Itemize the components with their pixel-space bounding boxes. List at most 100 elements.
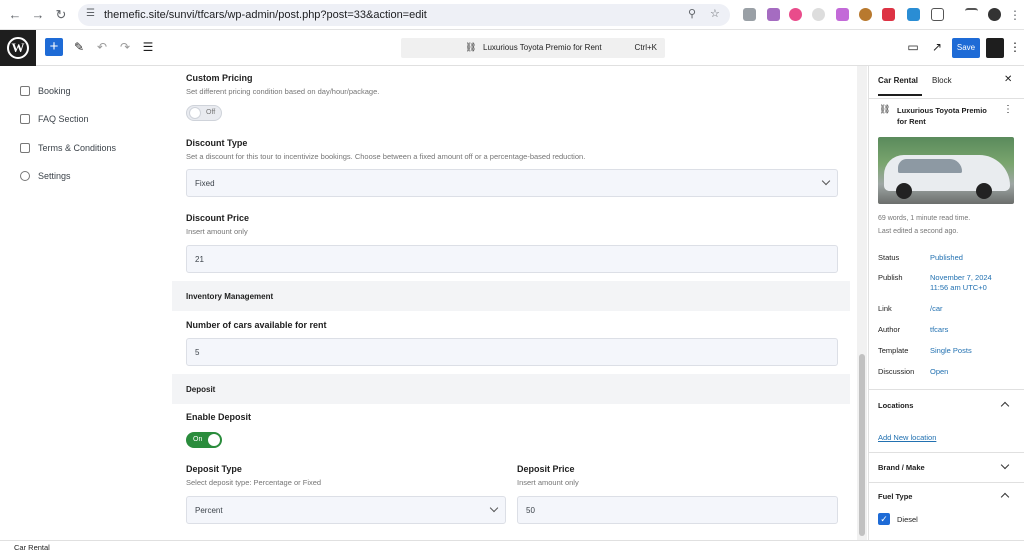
reload-icon[interactable]: ↻ — [52, 6, 70, 24]
view-post-icon[interactable]: ↗ — [930, 40, 944, 54]
extension-cookie-icon[interactable] — [859, 8, 872, 21]
discount-type-label: Discount Type — [186, 138, 248, 148]
document-overview-icon[interactable]: ☰ — [141, 40, 155, 54]
discount-price-input[interactable]: 21 — [186, 245, 838, 273]
nav-item-faq[interactable]: FAQ Section — [20, 111, 89, 127]
post-actions-icon[interactable]: ⋮ — [1003, 104, 1013, 115]
profile-avatar[interactable] — [988, 8, 1001, 21]
wordpress-logo-icon[interactable]: W — [0, 30, 36, 66]
tab-car-rental[interactable]: Car Rental — [878, 76, 918, 85]
command-shortcut: Ctrl+K — [634, 43, 657, 52]
add-block-button[interactable]: + — [45, 38, 63, 56]
toggle-knob — [189, 107, 201, 119]
cars-available-input[interactable]: 5 — [186, 338, 838, 366]
discount-price-label: Discount Price — [186, 213, 250, 223]
reading-list-icon[interactable] — [965, 8, 978, 21]
deposit-type-select[interactable]: Percent — [186, 496, 506, 524]
car-wheel-shape — [976, 183, 992, 199]
extension-pen-icon[interactable] — [767, 8, 780, 21]
deposit-type-help: Select deposit type: Percentage or Fixed — [186, 478, 322, 487]
extension-blue-icon[interactable] — [907, 8, 920, 21]
last-edited: Last edited a second ago. — [878, 228, 959, 235]
pencil-icon[interactable]: ✎ — [72, 40, 86, 54]
inventory-section-header: Inventory Management — [172, 281, 850, 311]
cars-available-label: Number of cars available for rent — [186, 320, 327, 330]
browser-chrome: ← → ↻ ☰ themefic.site/sunvi/tfcars/wp-ad… — [0, 0, 1024, 30]
tab-block[interactable]: Block — [932, 76, 952, 85]
enable-deposit-toggle[interactable]: On — [186, 432, 222, 448]
discussion-label: Discussion — [878, 367, 915, 376]
extension-red-icon[interactable] — [882, 8, 895, 21]
author-label: Author — [878, 325, 901, 334]
car-window-shape — [898, 159, 962, 173]
extension-compass-icon[interactable] — [812, 8, 825, 21]
template-label: Template — [878, 346, 909, 355]
deposit-type-label: Deposit Type — [186, 464, 242, 474]
discount-type-select[interactable]: Fixed — [186, 169, 838, 197]
url-text: themefic.site/sunvi/tfcars/wp-admin/post… — [104, 9, 427, 21]
address-bar[interactable]: ☰ themefic.site/sunvi/tfcars/wp-admin/po… — [78, 4, 730, 26]
breadcrumb[interactable]: Car Rental — [14, 543, 50, 552]
car-icon: ⛓ — [879, 104, 891, 114]
extension-flag-icon[interactable] — [836, 8, 849, 21]
status-label: Status — [878, 253, 900, 262]
custom-pricing-toggle[interactable]: Off — [186, 105, 222, 121]
discount-price-help: Insert amount only — [186, 227, 248, 236]
extension-mail-icon[interactable] — [743, 8, 756, 21]
discount-type-help: Set a discount for this tour to incentiv… — [186, 152, 586, 161]
car-wheel-shape — [896, 183, 912, 199]
zoom-icon[interactable]: ⚲ — [688, 7, 696, 20]
status-value[interactable]: Published — [930, 253, 963, 262]
template-value[interactable]: Single Posts — [930, 346, 972, 355]
undo-icon[interactable]: ↶ — [95, 40, 109, 54]
brand-make-panel-title[interactable]: Brand / Make — [878, 463, 925, 472]
featured-image[interactable] — [878, 137, 1014, 204]
post-stats: 69 words, 1 minute read time. — [878, 215, 971, 222]
post-title: Luxurious Toyota Premio for Rent — [897, 106, 987, 126]
deposit-price-label: Deposit Price — [517, 464, 575, 474]
chevron-down-icon[interactable] — [1000, 460, 1010, 470]
author-value[interactable]: tfcars — [930, 325, 948, 334]
deposit-price-help: Insert amount only — [517, 478, 579, 487]
publish-label: Publish — [878, 273, 903, 282]
forward-icon[interactable]: → — [29, 6, 47, 24]
custom-pricing-label: Custom Pricing — [186, 73, 253, 83]
browser-menu-icon[interactable]: ⋮ — [1006, 6, 1024, 24]
site-info-icon[interactable]: ☰ — [86, 8, 95, 19]
custom-pricing-help: Set different pricing condition based on… — [186, 87, 380, 96]
deposit-price-input[interactable]: 50 — [517, 496, 838, 524]
meta-box-nav: Booking FAQ Section Terms & Conditions S… — [0, 66, 172, 540]
add-new-location-link[interactable]: Add New location — [878, 433, 936, 442]
link-value[interactable]: /car — [930, 304, 943, 313]
options-menu-icon[interactable]: ⋮ — [1008, 40, 1022, 54]
active-tab-indicator — [878, 94, 922, 96]
checkbox-icon — [20, 143, 30, 153]
scrollbar-thumb[interactable] — [859, 354, 865, 536]
settings-sidebar-toggle-icon[interactable] — [986, 38, 1004, 58]
diesel-checkbox[interactable]: ✓ — [878, 513, 890, 525]
extensions-puzzle-icon[interactable] — [931, 8, 944, 21]
publish-value[interactable]: November 7, 2024 11:56 am UTC+0 — [930, 273, 992, 293]
back-icon[interactable]: ← — [6, 6, 24, 24]
car-rental-meta-panel: Custom Pricing Set different pricing con… — [172, 66, 850, 540]
bookmark-star-icon[interactable]: ☆ — [710, 7, 720, 20]
bike-icon — [20, 86, 30, 96]
fuel-type-panel-title[interactable]: Fuel Type — [878, 492, 912, 501]
redo-icon[interactable]: ↷ — [118, 40, 132, 54]
nav-item-settings[interactable]: Settings — [20, 168, 71, 184]
nav-item-booking[interactable]: Booking — [20, 83, 71, 99]
block-breadcrumb-bar: Car Rental — [0, 540, 1024, 553]
chevron-up-icon[interactable] — [1000, 401, 1010, 411]
chevron-up-icon[interactable] — [1000, 492, 1010, 502]
locations-panel-title[interactable]: Locations — [878, 401, 913, 410]
close-icon[interactable]: ✕ — [1004, 74, 1012, 85]
command-title: Luxurious Toyota Premio for Rent — [483, 43, 602, 52]
nav-item-terms[interactable]: Terms & Conditions — [20, 140, 116, 156]
preview-icon[interactable]: ▭ — [906, 40, 920, 54]
extension-color-icon[interactable] — [789, 8, 802, 21]
save-button[interactable]: Save — [952, 38, 980, 58]
clipboard-icon — [20, 114, 30, 124]
command-palette[interactable]: ⛓ Luxurious Toyota Premio for Rent Ctrl+… — [401, 38, 665, 58]
gears-icon — [20, 171, 30, 181]
discussion-value[interactable]: Open — [930, 367, 948, 376]
